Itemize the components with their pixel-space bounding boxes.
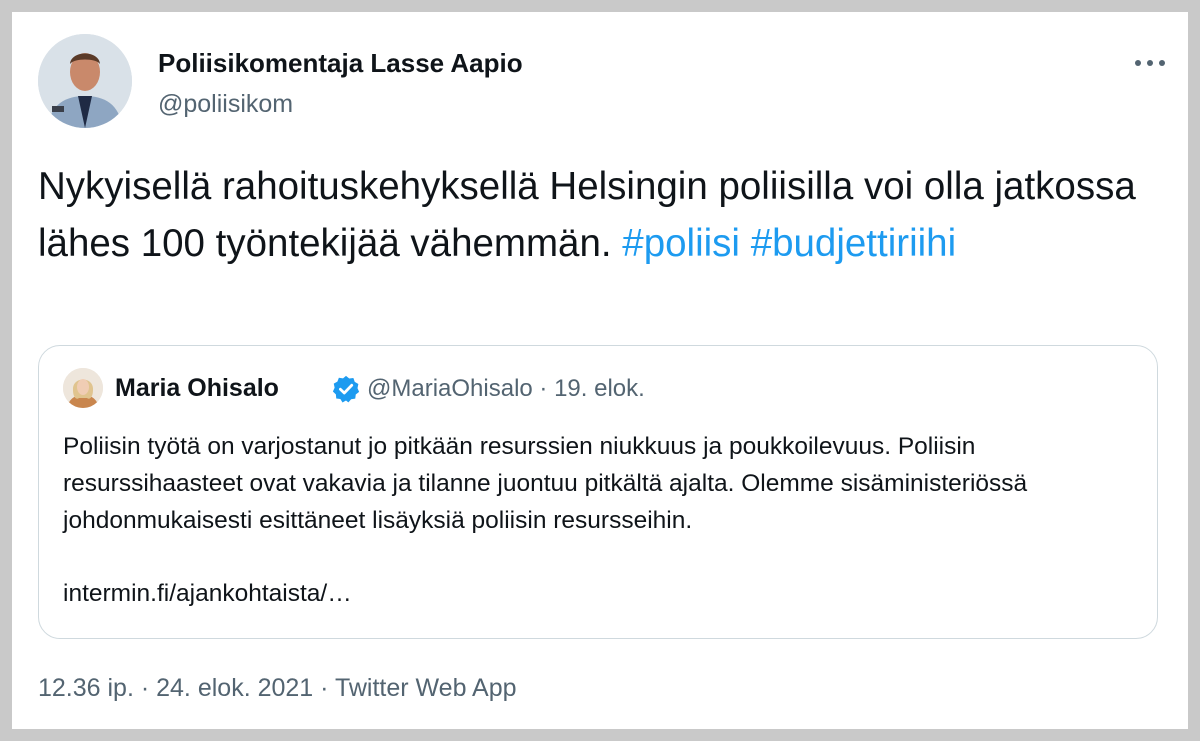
quoted-tweet-body: Poliisin työtä on varjostanut jo pitkään… bbox=[63, 433, 1028, 534]
author-photo-icon bbox=[38, 34, 132, 128]
author-handle[interactable]: @poliisikom bbox=[158, 90, 293, 119]
quoted-author-avatar[interactable] bbox=[63, 368, 103, 408]
more-options-button[interactable] bbox=[1132, 48, 1168, 78]
hashtag-poliisi[interactable]: #poliisi bbox=[622, 222, 740, 265]
verified-badge-icon bbox=[332, 375, 360, 403]
quoted-tweet[interactable]: Maria Ohisalo @MariaOhisalo · 19. elok. … bbox=[38, 345, 1158, 639]
tweet-text: Nykyisellä rahoituskehyksellä Helsingin … bbox=[38, 158, 1168, 272]
tweet-timestamp[interactable]: 12.36 ip. · 24. elok. 2021 · Twitter Web… bbox=[38, 674, 517, 703]
tweet-card: Poliisikomentaja Lasse Aapio @poliisikom… bbox=[12, 12, 1188, 729]
tweet-body: Nykyisellä rahoituskehyksellä Helsingin … bbox=[38, 165, 1136, 265]
tweet-header: Poliisikomentaja Lasse Aapio @poliisikom bbox=[38, 34, 1168, 134]
quoted-tweet-meta[interactable]: @MariaOhisalo · 19. elok. bbox=[367, 375, 645, 403]
author-avatar[interactable] bbox=[38, 34, 132, 128]
verified-badge bbox=[331, 374, 361, 404]
quoted-author-photo-icon bbox=[63, 368, 103, 408]
quoted-tweet-header: Maria Ohisalo @MariaOhisalo · 19. elok. bbox=[63, 368, 1137, 412]
more-horizontal-icon bbox=[1135, 60, 1165, 66]
author-name[interactable]: Poliisikomentaja Lasse Aapio bbox=[158, 48, 523, 79]
quoted-tweet-link[interactable]: intermin.fi/ajankohtaista/… bbox=[63, 580, 352, 608]
quoted-author-name[interactable]: Maria Ohisalo bbox=[115, 374, 279, 403]
hashtag-budjettiriihi[interactable]: #budjettiriihi bbox=[751, 222, 956, 265]
